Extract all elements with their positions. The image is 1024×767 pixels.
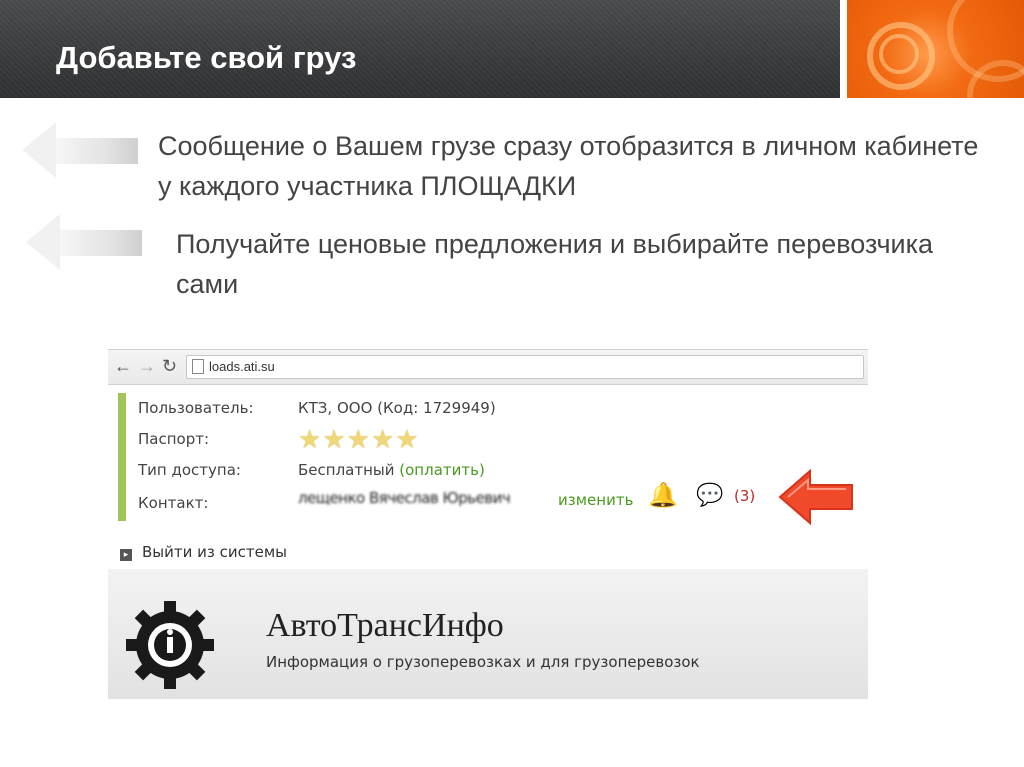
brand-tagline: Информация о грузоперевозках и для грузо… — [266, 653, 700, 671]
decorative-orange-block — [847, 0, 1024, 98]
access-type: Бесплатный — [298, 461, 395, 479]
url-text: loads.ati.su — [209, 359, 275, 374]
pay-link[interactable]: (оплатить) — [399, 461, 485, 479]
page-icon — [192, 359, 204, 374]
bullet-text-2: Получайте ценовые предложения и выбирайт… — [176, 229, 934, 299]
reload-icon[interactable]: ↻ — [162, 356, 177, 376]
info-accent-bar — [118, 393, 126, 521]
chat-bubbles-icon[interactable]: 💬 — [696, 482, 723, 508]
star-icon: ★ — [395, 424, 420, 454]
passport-label: Паспорт: — [138, 430, 210, 448]
access-label: Тип доступа: — [138, 461, 241, 479]
bullet-text-1: Сообщение о Вашем грузе сразу отобразитс… — [158, 131, 979, 201]
passport-stars: ★★★★★ — [298, 425, 420, 453]
browser-screenshot: ← → ↻ loads.ati.su Пользователь: КТЗ, ОО… — [108, 349, 868, 699]
star-icon: ★ — [322, 424, 347, 454]
title-band: Добавьте свой груз — [0, 0, 840, 98]
contact-value: лещенко Вячеслав Юрьевич — [298, 489, 511, 507]
logout-link[interactable]: ▸ Выйти из системы — [120, 543, 287, 561]
back-arrow-icon[interactable]: ← — [114, 356, 132, 376]
slide-title: Добавьте свой груз — [56, 40, 357, 75]
bullet-arrow-icon — [22, 122, 142, 178]
address-bar: ← → ↻ loads.ati.su — [108, 349, 868, 385]
logout-label: Выйти из системы — [142, 543, 287, 561]
user-label: Пользователь: — [138, 399, 254, 417]
star-icon: ★ — [370, 424, 396, 454]
pointer-arrow-icon — [778, 468, 853, 526]
url-field[interactable]: loads.ati.su — [186, 355, 864, 379]
logout-arrow-icon: ▸ — [120, 549, 132, 561]
brand-banner: АвтоТрансИнфо Информация о грузоперевозк… — [108, 569, 868, 699]
star-icon: ★ — [346, 424, 371, 454]
contact-label: Контакт: — [138, 494, 209, 512]
bullet-arrow-icon — [26, 214, 148, 270]
change-contact-link[interactable]: изменить — [558, 491, 633, 509]
messages-count[interactable]: (3) — [734, 487, 755, 505]
user-value: КТЗ, ООО (Код: 1729949) — [298, 399, 496, 417]
star-icon: ★ — [298, 424, 323, 454]
brand-name: АвтоТрансИнфо — [266, 607, 504, 644]
forward-arrow-icon[interactable]: → — [138, 356, 156, 376]
bell-icon[interactable]: 🔔 — [648, 481, 678, 510]
access-value: Бесплатный (оплатить) — [298, 461, 485, 479]
gear-logo-icon — [126, 601, 214, 689]
